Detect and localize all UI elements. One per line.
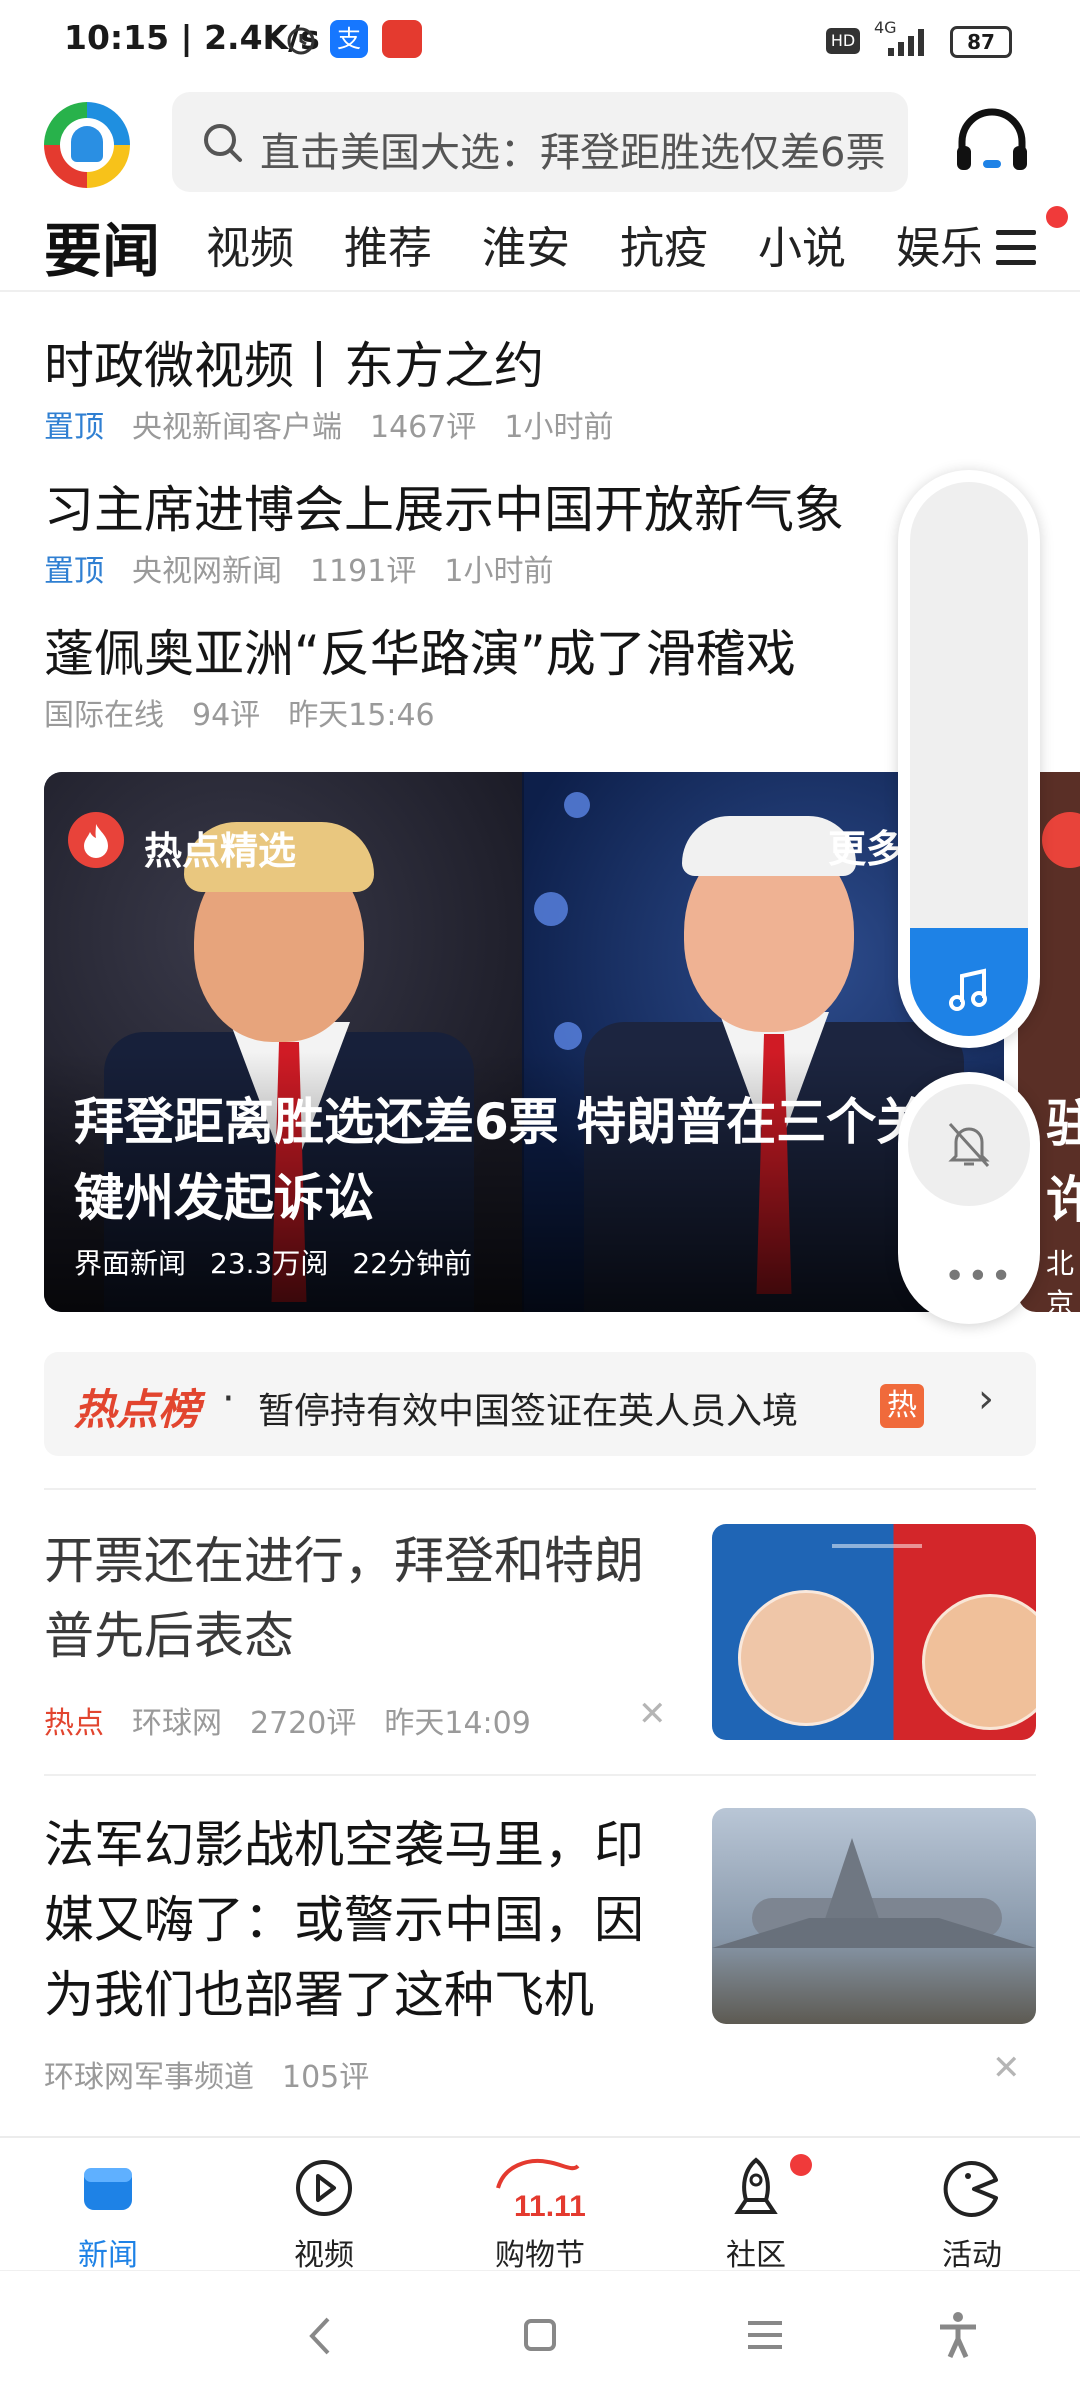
carousel-meta: 界面新闻 23.3万阅 22分钟前 bbox=[74, 1242, 496, 1282]
feed-meta: 环球网军事频道 105评 bbox=[44, 2052, 397, 2096]
accessibility-icon[interactable] bbox=[938, 2311, 978, 2359]
ringer-toggle[interactable] bbox=[908, 1084, 1030, 1206]
search-icon bbox=[204, 124, 242, 162]
system-navigation-bar bbox=[0, 2270, 1080, 2400]
notification-dot bbox=[1046, 206, 1068, 228]
news-time: 昨天15:46 bbox=[288, 698, 435, 733]
pinned-tag: 置顶 bbox=[44, 410, 104, 445]
hot-tag: 热点 bbox=[44, 1706, 104, 1741]
nav-label: 新闻 bbox=[78, 2238, 138, 2273]
headset-icon[interactable] bbox=[955, 108, 1029, 174]
carousel-source: 界面新闻 bbox=[74, 1247, 187, 1280]
news-title[interactable]: 蓬佩奥亚洲“反华路演”成了滑稽戏 bbox=[44, 614, 796, 686]
feed-comments: 105评 bbox=[282, 2060, 370, 2095]
status-bar: 10:15 | 2.4K/s 支 HD 4G 87 bbox=[0, 0, 1080, 84]
fire-icon bbox=[68, 812, 124, 868]
tab-novel[interactable]: 小说 bbox=[758, 212, 846, 276]
back-icon[interactable] bbox=[306, 2315, 332, 2357]
news-source: 央视网新闻 bbox=[132, 554, 282, 589]
news-time: 1小时前 bbox=[444, 554, 554, 589]
app-logo[interactable] bbox=[44, 102, 130, 188]
double11-icon: 11.11 bbox=[496, 2159, 586, 2223]
alipay-icon: 支 bbox=[330, 20, 368, 58]
divider bbox=[0, 290, 1080, 292]
news-icon bbox=[84, 2168, 132, 2210]
carousel-title[interactable]: 拜登距离胜选还差6票 特朗普在三个关键州发起诉讼 bbox=[74, 1084, 954, 1236]
next-card-meta: 北京 bbox=[1046, 1247, 1075, 1312]
news-meta: 置顶 央视网新闻 1191评 1小时前 bbox=[44, 546, 581, 590]
svg-text:11.11: 11.11 bbox=[514, 2190, 586, 2223]
ringer-panel: ••• bbox=[898, 1072, 1040, 1324]
music-note-icon bbox=[949, 968, 987, 1011]
tab-anti-epidemic[interactable]: 抗疫 bbox=[620, 212, 708, 276]
alarm-icon bbox=[287, 27, 315, 55]
feed-thumbnail bbox=[712, 1524, 1036, 1740]
volume-slider[interactable] bbox=[898, 470, 1040, 1048]
hot-list-brand: 热点榜 bbox=[74, 1385, 201, 1434]
news-source: 国际在线 bbox=[44, 698, 164, 733]
news-meta: 置顶 央视新闻客户端 1467评 1小时前 bbox=[44, 402, 641, 446]
feed-title[interactable]: 开票还在进行，拜登和特朗普先后表态 bbox=[44, 1524, 664, 1674]
pacman-icon bbox=[943, 2161, 998, 2217]
feed-time: 昨天14:09 bbox=[384, 1706, 531, 1741]
feed-meta: 热点 环球网 2720评 昨天14:09 bbox=[44, 1698, 559, 1742]
more-options-icon[interactable]: ••• bbox=[944, 1256, 1014, 1297]
chevron-right-icon[interactable]: › bbox=[978, 1376, 994, 1422]
hot-badge: 热 bbox=[880, 1384, 924, 1428]
shopping-app-icon bbox=[382, 20, 422, 58]
tab-huaian[interactable]: 淮安 bbox=[482, 212, 570, 276]
carousel-reads: 23.3万阅 bbox=[210, 1247, 329, 1280]
news-title[interactable]: 时政微视频丨东方之约 bbox=[44, 326, 544, 398]
dismiss-icon[interactable]: ✕ bbox=[638, 1694, 667, 1734]
news-meta: 国际在线 94评 昨天15:46 bbox=[44, 690, 463, 734]
separator: · bbox=[222, 1376, 235, 1422]
news-title[interactable]: 习主席进博会上展示中国开放新气象 bbox=[44, 470, 844, 542]
next-card-title-line2: 许 bbox=[1046, 1171, 1080, 1229]
next-card-title-line1: 驻 bbox=[1046, 1095, 1080, 1153]
news-time: 1小时前 bbox=[504, 410, 614, 445]
video-play-icon bbox=[296, 2160, 352, 2216]
nav-label: 视频 bbox=[294, 2238, 354, 2273]
dismiss-icon[interactable]: ✕ bbox=[992, 2048, 1021, 2088]
feed-thumbnail bbox=[712, 1808, 1036, 2024]
feed-source: 环球网 bbox=[132, 1706, 222, 1741]
section-label: 热点精选 bbox=[144, 829, 297, 873]
channel-menu-button[interactable] bbox=[996, 230, 1036, 266]
news-source: 央视新闻客户端 bbox=[132, 410, 342, 445]
search-bar[interactable]: 直击美国大选：拜登距胜选仅差6票 bbox=[172, 92, 908, 192]
feed-comments: 2720评 bbox=[250, 1706, 357, 1741]
nav-label: 活动 bbox=[942, 2238, 1002, 2273]
fire-icon bbox=[1042, 812, 1080, 868]
news-comments: 94评 bbox=[192, 698, 261, 733]
nav-label: 社区 bbox=[726, 2238, 786, 2273]
search-input[interactable]: 直击美国大选：拜登距胜选仅差6票 bbox=[260, 120, 885, 178]
news-comments: 1191评 bbox=[310, 554, 417, 589]
signal-icon bbox=[888, 29, 924, 56]
news-comments: 1467评 bbox=[370, 410, 477, 445]
tab-video[interactable]: 视频 bbox=[206, 212, 294, 276]
recents-icon[interactable] bbox=[746, 2319, 784, 2351]
battery-icon: 87 bbox=[950, 26, 1012, 58]
tab-recommend[interactable]: 推荐 bbox=[344, 212, 432, 276]
home-icon[interactable] bbox=[522, 2317, 558, 2353]
carousel-time: 22分钟前 bbox=[352, 1247, 473, 1280]
nav-label: 购物节 bbox=[495, 2238, 585, 2273]
pinned-tag: 置顶 bbox=[44, 554, 104, 589]
status-time: 10:15 | 2.4K/s bbox=[64, 18, 320, 57]
bell-off-icon bbox=[948, 1122, 990, 1168]
hot-list-bar[interactable]: 热点榜 · 暂停持有效中国签证在英人员入境 热 › bbox=[44, 1352, 1036, 1456]
notification-dot bbox=[790, 2154, 812, 2176]
tab-headlines[interactable]: 要闻 bbox=[44, 204, 160, 288]
tab-entertainment[interactable]: 娱乐 bbox=[896, 212, 980, 276]
bottom-navigation: 新闻 视频 11.11 购物节 社区 活动 bbox=[0, 2136, 1080, 2273]
more-link[interactable]: 更多 bbox=[828, 818, 904, 873]
rocket-icon bbox=[734, 2157, 778, 2214]
feed-title[interactable]: 法军幻影战机空袭马里，印媒又嗨了：或警示中国，因为我们也部署了这种飞机 bbox=[44, 1808, 664, 2033]
hot-list-headline[interactable]: 暂停持有效中国签证在英人员入境 bbox=[258, 1382, 798, 1434]
hd-badge: HD bbox=[826, 28, 860, 54]
feed-source: 环球网军事频道 bbox=[44, 2060, 254, 2095]
hot-picks-carousel[interactable]: 热点精选 更多 拜登距离胜选还差6票 特朗普在三个关键州发起诉讼 界面新闻 23.… bbox=[44, 772, 1004, 1312]
channel-tabs: 要闻 视频 推荐 淮安 抗疫 小说 娱乐 bbox=[0, 200, 1080, 288]
volume-panel: ••• bbox=[898, 470, 1040, 1324]
